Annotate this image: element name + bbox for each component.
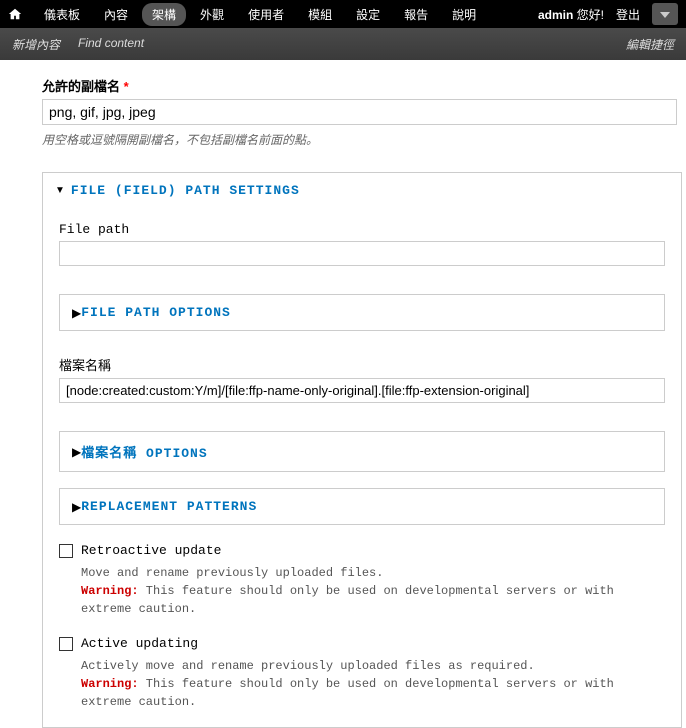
- file-path-input[interactable]: [59, 241, 665, 266]
- file-path-label: File path: [59, 222, 665, 237]
- file-name-options-title: 檔案名稱 OPTIONS: [81, 442, 207, 461]
- menu-appearance[interactable]: 外觀: [190, 3, 234, 26]
- allowed-extensions-label: 允許的副檔名 *: [42, 76, 686, 95]
- content-area: 允許的副檔名 * 用空格或逗號隔開副檔名，不包括副檔名前面的點。 ▼ FILE …: [0, 60, 686, 728]
- sub-menu-left: 新增內容 Find content: [12, 36, 144, 53]
- allowed-extensions-input[interactable]: [42, 99, 677, 125]
- dropdown-toggle[interactable]: [652, 3, 678, 25]
- retroactive-update-checkbox[interactable]: [59, 544, 73, 558]
- file-field-path-settings-fieldset: ▼ FILE (FIELD) PATH SETTINGS File path ▶…: [42, 172, 682, 728]
- top-menu: 儀表板 內容 架構 外觀 使用者 模組 設定 報告 說明 admin 您好! 登…: [0, 0, 686, 28]
- active-updating-checkbox[interactable]: [59, 637, 73, 651]
- logout-link[interactable]: 登出: [616, 6, 640, 23]
- menu-help[interactable]: 說明: [442, 3, 486, 26]
- file-path-options-header[interactable]: ▶ FILE PATH OPTIONS: [60, 295, 664, 330]
- user-greeting: 您好!: [577, 8, 604, 22]
- file-name-label: 檔案名稱: [59, 355, 665, 374]
- caret-right-icon: ▶: [72, 500, 81, 514]
- home-icon[interactable]: [8, 7, 22, 21]
- allowed-extensions-help: 用空格或逗號隔開副檔名，不包括副檔名前面的點。: [42, 131, 686, 148]
- retroactive-update-desc: Move and rename previously uploaded file…: [81, 564, 665, 618]
- user-name[interactable]: admin: [538, 8, 573, 22]
- replacement-patterns-fieldset: ▶ REPLACEMENT PATTERNS: [59, 488, 665, 525]
- edit-shortcuts-link[interactable]: 編輯捷徑: [626, 36, 674, 53]
- menu-settings[interactable]: 設定: [346, 3, 390, 26]
- retroactive-update-row: Retroactive update: [59, 543, 665, 558]
- find-content-link[interactable]: Find content: [78, 36, 144, 53]
- fieldset-body: File path ▶ FILE PATH OPTIONS 檔案名稱 ▶ 檔案名…: [43, 208, 681, 727]
- top-menu-left: 儀表板 內容 架構 外觀 使用者 模組 設定 報告 說明: [8, 3, 538, 26]
- file-name-options-header[interactable]: ▶ 檔案名稱 OPTIONS: [60, 432, 664, 471]
- file-path-options-title: FILE PATH OPTIONS: [81, 305, 231, 320]
- caret-down-icon: ▼: [55, 185, 65, 196]
- fieldset-title: FILE (FIELD) PATH SETTINGS: [71, 183, 300, 198]
- menu-users[interactable]: 使用者: [238, 3, 294, 26]
- sub-menu: 新增內容 Find content 編輯捷徑: [0, 28, 686, 60]
- file-path-options-fieldset: ▶ FILE PATH OPTIONS: [59, 294, 665, 331]
- file-field-path-settings-header[interactable]: ▼ FILE (FIELD) PATH SETTINGS: [43, 173, 681, 208]
- file-name-options-fieldset: ▶ 檔案名稱 OPTIONS: [59, 431, 665, 472]
- active-updating-label: Active updating: [81, 636, 198, 651]
- replacement-patterns-header[interactable]: ▶ REPLACEMENT PATTERNS: [60, 489, 664, 524]
- caret-right-icon: ▶: [72, 306, 81, 320]
- warning-label: Warning:: [81, 584, 139, 598]
- file-name-input[interactable]: [59, 378, 665, 403]
- menu-reports[interactable]: 報告: [394, 3, 438, 26]
- top-menu-right: admin 您好! 登出: [538, 3, 678, 25]
- retroactive-update-label: Retroactive update: [81, 543, 221, 558]
- active-updating-row: Active updating: [59, 636, 665, 651]
- required-marker: *: [124, 79, 129, 94]
- menu-content[interactable]: 內容: [94, 3, 138, 26]
- warning-label: Warning:: [81, 677, 139, 691]
- replacement-patterns-title: REPLACEMENT PATTERNS: [81, 499, 257, 514]
- menu-structure[interactable]: 架構: [142, 3, 186, 26]
- menu-modules[interactable]: 模組: [298, 3, 342, 26]
- menu-dashboard[interactable]: 儀表板: [34, 3, 90, 26]
- active-updating-desc: Actively move and rename previously uplo…: [81, 657, 665, 711]
- add-content-link[interactable]: 新增內容: [12, 36, 60, 53]
- caret-right-icon: ▶: [72, 445, 81, 459]
